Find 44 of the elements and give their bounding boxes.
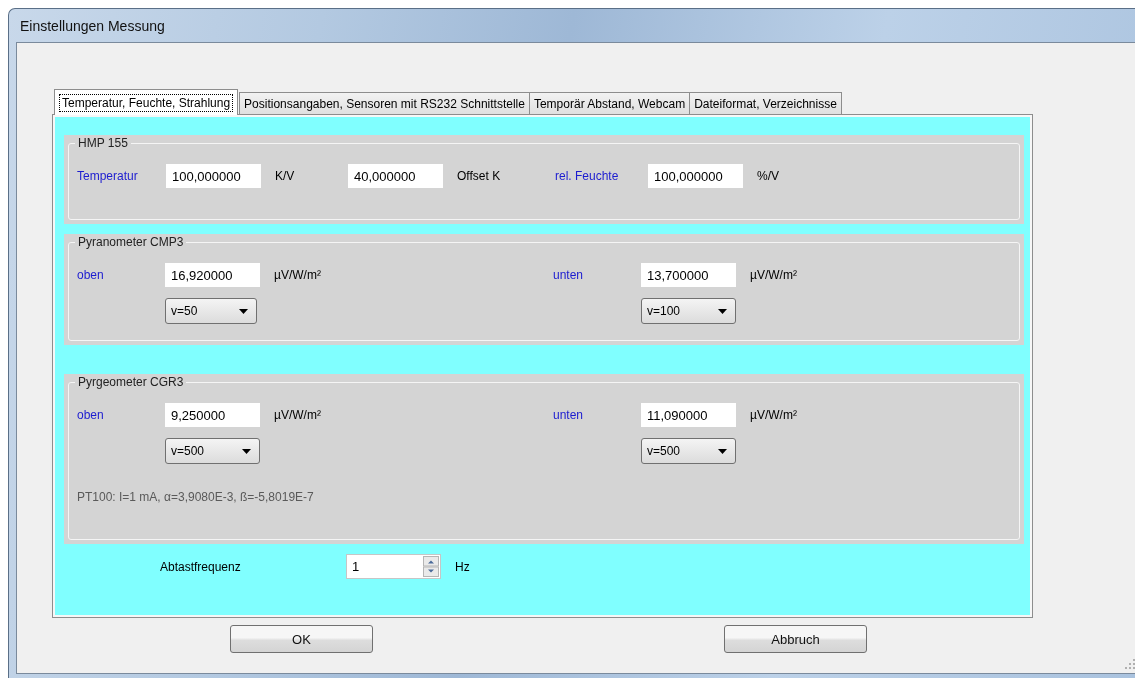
unit-label: Hz bbox=[455, 559, 470, 574]
input-field[interactable]: 100,000000 bbox=[648, 164, 743, 188]
unit-label: %/V bbox=[757, 169, 780, 183]
unit-label: µV/W/m² bbox=[750, 268, 797, 282]
field-label: Abtastfrequenz bbox=[160, 559, 242, 574]
tab[interactable]: Positionsangaben, Sensoren mit RS232 Schnittstelle bbox=[239, 92, 530, 114]
group-title: Pyranometer CMP3 bbox=[77, 235, 185, 249]
input-field[interactable]: 100,000000 bbox=[166, 164, 261, 188]
tab[interactable]: Temperatur, Feuchte, Strahlung bbox=[54, 89, 239, 115]
unit-label: Offset K bbox=[457, 169, 502, 183]
sensor-label: unten bbox=[553, 268, 585, 282]
unit-label: K/V bbox=[275, 169, 296, 183]
field-label: Temperatur bbox=[77, 169, 139, 183]
input-field[interactable]: 13,700000 bbox=[641, 263, 736, 287]
field-label: rel. Feuchte bbox=[555, 169, 620, 183]
input-field[interactable]: 9,250000 bbox=[165, 403, 260, 427]
sensor-label: unten bbox=[553, 408, 585, 422]
ok-button[interactable]: OK bbox=[230, 625, 373, 653]
gain-dropdown[interactable]: v=50 bbox=[165, 298, 257, 324]
caret-icon bbox=[239, 308, 248, 314]
note-text: PT100: I=1 mA, α=3,9080E-3, ß=-5,8019E-7 bbox=[77, 490, 315, 504]
input-field[interactable]: 40,000000 bbox=[348, 164, 443, 188]
window-title: Einstellungen Messung bbox=[20, 17, 165, 34]
spin-buttons[interactable] bbox=[423, 556, 439, 577]
caret-icon bbox=[242, 448, 251, 454]
input-field[interactable]: 11,090000 bbox=[641, 403, 736, 427]
resize-grip-icon[interactable] bbox=[1125, 659, 1135, 669]
caret-icon bbox=[718, 308, 727, 314]
gain-dropdown[interactable]: v=500 bbox=[165, 438, 260, 464]
cancel-button[interactable]: Abbruch bbox=[724, 625, 867, 653]
tab[interactable]: Temporär Abstand, Webcam bbox=[528, 92, 691, 114]
unit-label: µV/W/m² bbox=[274, 268, 321, 282]
unit-label: µV/W/m² bbox=[750, 408, 797, 422]
caret-icon bbox=[718, 448, 727, 454]
gain-dropdown[interactable]: v=500 bbox=[641, 438, 736, 464]
unit-label: µV/W/m² bbox=[274, 408, 321, 422]
sensor-label: oben bbox=[77, 268, 105, 282]
group-title: HMP 155 bbox=[77, 136, 129, 150]
number-spinner[interactable]: 1 bbox=[346, 554, 441, 579]
sensor-label: oben bbox=[77, 408, 105, 422]
group-title: Pyrgeometer CGR3 bbox=[77, 375, 185, 389]
input-field[interactable]: 16,920000 bbox=[165, 263, 260, 287]
tab[interactable]: Dateiformat, Verzeichnisse bbox=[689, 92, 842, 114]
gain-dropdown[interactable]: v=100 bbox=[641, 298, 736, 324]
